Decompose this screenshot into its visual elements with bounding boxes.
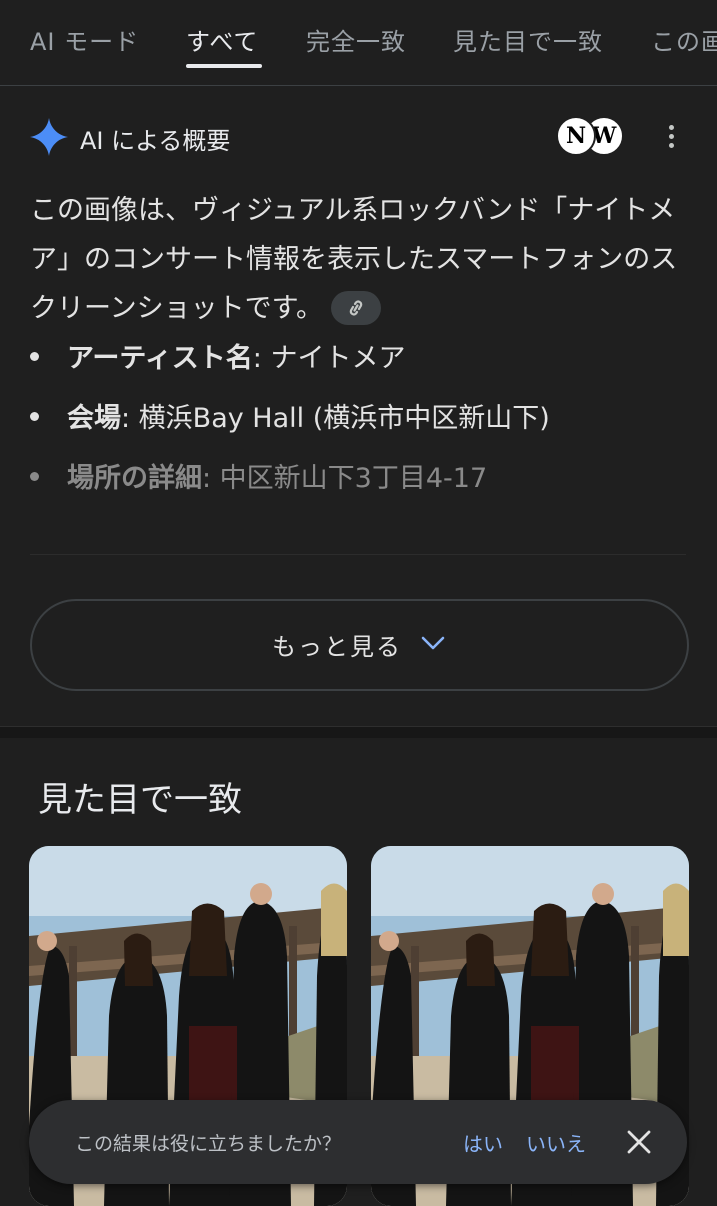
source-icons[interactable]: N W bbox=[556, 116, 626, 156]
tab-about-image[interactable]: この画 bbox=[651, 22, 717, 57]
chevron-down-icon bbox=[421, 636, 445, 650]
ai-summary: この画像は、ヴィジュアル系ロックバンド「ナイトメア」のコンサート情報を表示したス… bbox=[30, 186, 680, 333]
citation-link-button[interactable] bbox=[330, 290, 381, 325]
more-vert-icon[interactable] bbox=[660, 122, 682, 152]
close-icon[interactable] bbox=[625, 1128, 653, 1156]
list-item: 場所の詳細: 中区新山下3丁目4-17 bbox=[30, 456, 690, 516]
source-icon-n[interactable]: N bbox=[556, 116, 596, 156]
ai-overview-title: AI による概要 bbox=[80, 127, 231, 155]
feedback-question: この結果は役に立ちましたか？ bbox=[75, 1133, 342, 1155]
link-icon bbox=[349, 300, 363, 315]
tab-exact-match[interactable]: 完全一致 bbox=[306, 22, 406, 57]
divider bbox=[30, 554, 686, 555]
list-item: アーティスト名: ナイトメア bbox=[30, 336, 690, 396]
ai-overview: AI による概要 N W この画像は、ヴィジュアル系ロックバンド「ナイトメア」の… bbox=[0, 86, 717, 726]
section-title: 見た目で一致 bbox=[38, 780, 242, 820]
show-more-label: もっと見る bbox=[272, 633, 402, 661]
bullet-value: : 横浜Bay Hall (横浜市中区新山下) bbox=[121, 403, 550, 434]
tab-visual-match[interactable]: 見た目で一致 bbox=[453, 22, 603, 57]
sparkle-icon bbox=[30, 118, 68, 156]
bullet-value: : 中区新山下3丁目4-17 bbox=[202, 463, 488, 494]
tab-all[interactable]: すべて bbox=[186, 22, 258, 57]
feedback-no-button[interactable]: いいえ bbox=[526, 1128, 586, 1157]
feedback-bar: この結果は役に立ちましたか？ はい いいえ bbox=[29, 1100, 687, 1184]
ai-bullet-list: アーティスト名: ナイトメア 会場: 横浜Bay Hall (横浜市中区新山下)… bbox=[30, 336, 690, 516]
list-item: 会場: 横浜Bay Hall (横浜市中区新山下) bbox=[30, 396, 690, 456]
active-tab-indicator bbox=[186, 64, 262, 68]
bullet-label: 場所の詳細 bbox=[67, 463, 202, 494]
show-more-button[interactable]: もっと見る bbox=[30, 599, 689, 691]
search-tabs: AI モード すべて 完全一致 見た目で一致 この画 bbox=[0, 0, 717, 86]
bullet-label: 会場 bbox=[67, 403, 121, 434]
feedback-yes-button[interactable]: はい bbox=[463, 1128, 503, 1157]
bullet-value: : ナイトメア bbox=[252, 343, 406, 374]
tab-ai-mode[interactable]: AI モード bbox=[30, 22, 139, 57]
bullet-label: アーティスト名 bbox=[67, 343, 253, 374]
